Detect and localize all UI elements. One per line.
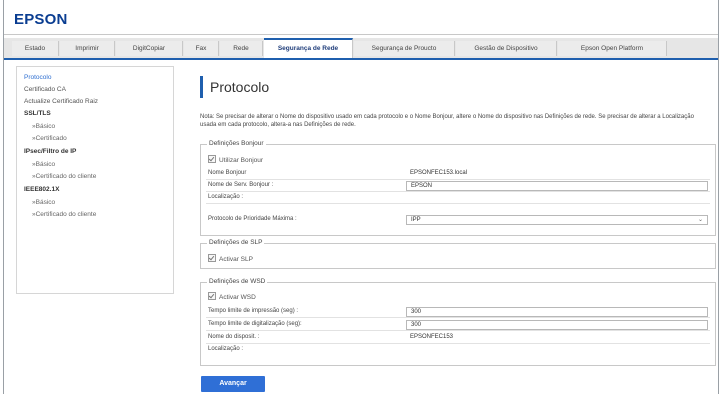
sidebar-item-ipsec: IPsec/Filtro de IP: [24, 148, 77, 155]
page-title: Protocolo: [210, 79, 270, 95]
activate-slp-label: Activar SLP: [219, 256, 253, 263]
tab-rede[interactable]: Rede: [220, 41, 263, 56]
sidebar-item-certificado-ca[interactable]: Certificado CA: [24, 86, 66, 93]
priority-protocol-value: IPP: [411, 217, 421, 223]
epson-logo: EPSON: [14, 11, 68, 28]
bonjour-section: Definições Bonjour Utilizar Bonjour Nome…: [200, 140, 716, 236]
bonjour-name-value: EPSONFEC153.local: [410, 170, 468, 176]
use-bonjour-checkbox[interactable]: Utilizar Bonjour: [208, 155, 263, 164]
bonjour-service-label: Nome de Serv. Bonjour :: [208, 182, 274, 188]
sidebar-item-actualize-certificado-raiz[interactable]: Actualize Certificado Raiz: [24, 98, 98, 105]
sidebar: Protocolo Certificado CA Actualize Certi…: [16, 66, 174, 294]
priority-protocol-select[interactable]: IPP ⌄: [406, 215, 708, 225]
print-timeout-label: Tempo limite de impressão (seg) :: [208, 308, 299, 314]
wsd-location-row: Localização :: [206, 345, 710, 356]
bonjour-location-label: Localização :: [208, 194, 244, 200]
tab-imprimir[interactable]: Imprimir: [60, 41, 115, 56]
wsd-location-label: Localização :: [208, 346, 244, 352]
bonjour-service-row: Nome de Serv. Bonjour : EPSON: [206, 181, 710, 192]
priority-protocol-label: Protocolo de Prioridade Máxima :: [208, 216, 297, 222]
activate-wsd-checkbox[interactable]: Activar WSD: [208, 292, 256, 301]
device-name-row: Nome do disposit. : EPSONFEC153: [206, 333, 710, 344]
use-bonjour-label: Utilizar Bonjour: [219, 157, 264, 164]
scan-timeout-label: Tempo limite de digitalização (seg):: [208, 321, 302, 327]
tab-epson-open-platform[interactable]: Epson Open Platform: [558, 41, 667, 56]
checkbox-checked-icon: [208, 292, 216, 300]
tab-seguranca-de-rede[interactable]: Segurança de Rede: [264, 38, 353, 58]
sidebar-item-ipsec-basico[interactable]: »Básico: [32, 161, 55, 168]
scan-timeout-input[interactable]: 300: [406, 320, 708, 330]
tab-gestao-de-dispositivo[interactable]: Gestão de Dispositivo: [456, 41, 557, 56]
activate-slp-checkbox[interactable]: Activar SLP: [208, 254, 253, 263]
priority-protocol-row: Protocolo de Prioridade Máxima : IPP ⌄: [206, 215, 710, 226]
print-timeout-row: Tempo limite de impressão (seg) : 300: [206, 307, 710, 318]
slp-section: Definições de SLP Activar SLP: [200, 239, 716, 269]
activate-wsd-label: Activar WSD: [219, 294, 256, 301]
tab-bar: Estado Imprimir DigitCopiar Fax Rede Seg…: [4, 38, 718, 60]
checkbox-checked-icon: [208, 155, 216, 163]
scan-timeout-row: Tempo limite de digitalização (seg): 300: [206, 320, 710, 331]
bonjour-name-label: Nome Bonjour: [208, 170, 247, 176]
sidebar-item-protocolo[interactable]: Protocolo: [24, 74, 51, 81]
header: EPSON: [4, 0, 718, 35]
tab-seguranca-de-produto[interactable]: Segurança de Proucto: [354, 41, 455, 56]
device-name-label: Nome do disposit. :: [208, 334, 260, 340]
slp-legend: Definições de SLP: [207, 239, 265, 246]
sidebar-item-ssl-tls: SSL/TLS: [24, 110, 51, 117]
bonjour-location-row: Localização :: [206, 193, 710, 204]
sidebar-item-ieee-basico[interactable]: »Básico: [32, 199, 55, 206]
tab-estado[interactable]: Estado: [12, 41, 59, 56]
info-note: Nota: Se precisar de alterar o Nome do d…: [200, 114, 694, 128]
wsd-section: Definições de WSD Activar WSD Tempo limi…: [200, 278, 716, 366]
tab-digitcopiar[interactable]: DigitCopiar: [116, 41, 183, 56]
sidebar-item-ieee-certificado-cliente[interactable]: »Certificado do cliente: [32, 211, 96, 218]
sidebar-item-ssl-basico[interactable]: »Básico: [32, 123, 55, 130]
tab-fax[interactable]: Fax: [184, 41, 219, 56]
checkbox-checked-icon: [208, 254, 216, 262]
title-accent-bar: [200, 76, 203, 98]
bonjour-legend: Definições Bonjour: [207, 140, 266, 147]
device-name-value: EPSONFEC153: [410, 334, 454, 340]
print-timeout-input[interactable]: 300: [406, 307, 708, 317]
sidebar-item-ipsec-certificado-cliente[interactable]: »Certificado do cliente: [32, 173, 96, 180]
wsd-legend: Definições de WSD: [207, 278, 268, 285]
sidebar-item-ieee8021x: IEEE802.1X: [24, 186, 60, 193]
bonjour-name-row: Nome Bonjour EPSONFEC153.local: [206, 169, 710, 180]
bonjour-service-input[interactable]: EPSON: [406, 181, 708, 191]
next-button[interactable]: Avançar: [201, 376, 265, 392]
chevron-down-icon: ⌄: [697, 217, 703, 223]
sidebar-item-ssl-certificado[interactable]: »Certificado: [32, 135, 67, 142]
